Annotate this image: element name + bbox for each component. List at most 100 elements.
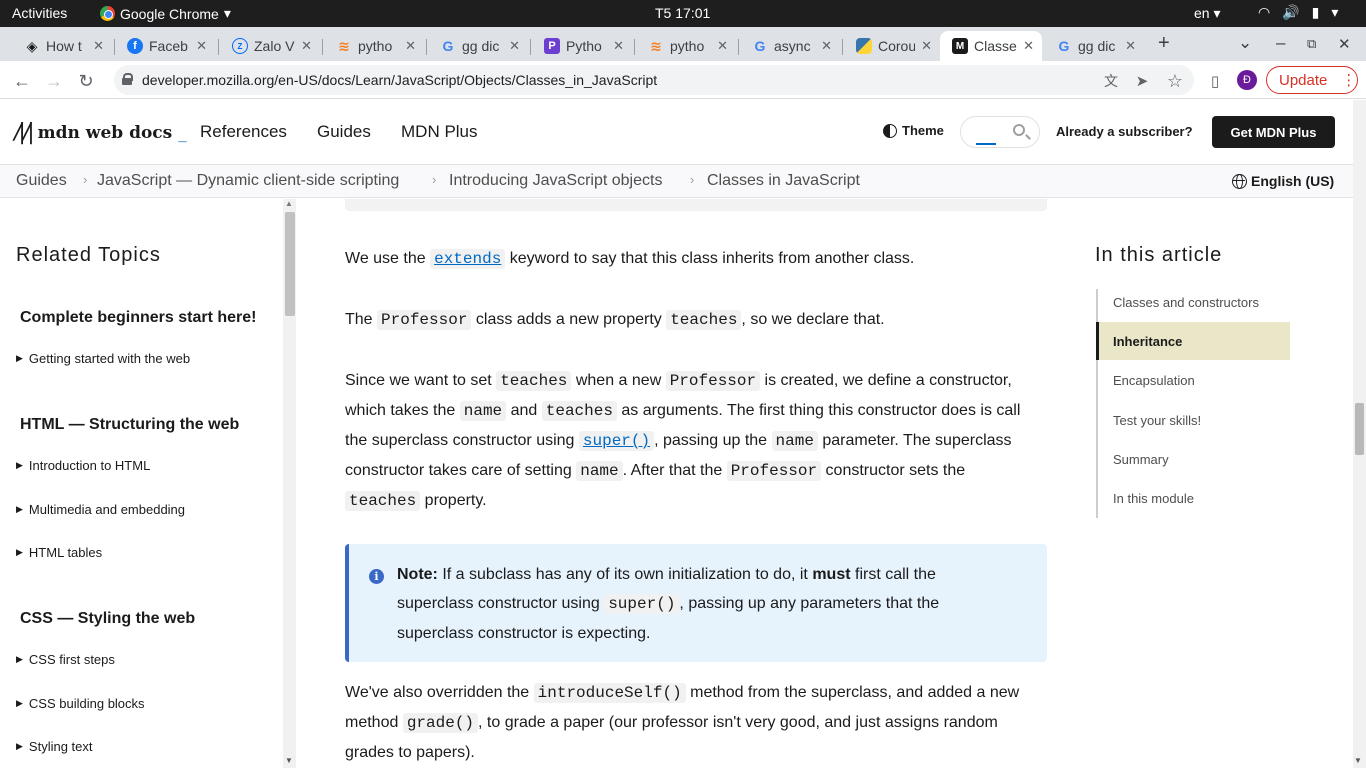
toc-item[interactable]: Classes and constructors <box>1113 295 1259 310</box>
nav-mdn-plus[interactable]: MDN Plus <box>401 122 478 142</box>
close-icon[interactable]: ✕ <box>1023 38 1034 54</box>
toc-item-active[interactable]: Inheritance <box>1096 322 1290 360</box>
chevron-down-icon: ▾ <box>1331 4 1339 20</box>
zalo-icon: Z <box>232 38 248 54</box>
breadcrumb-javascript[interactable]: JavaScript — Dynamic client-side scripti… <box>97 172 399 190</box>
battery-icon: ▮ <box>1311 4 1320 20</box>
tab[interactable]: f Faceb ✕ <box>115 31 215 61</box>
close-icon[interactable]: ✕ <box>405 38 416 54</box>
app-menu-label: Google Chrome <box>120 5 219 22</box>
translate-icon[interactable]: 文 <box>1097 67 1125 95</box>
tab[interactable]: G async ✕ <box>740 31 840 61</box>
nav-guides[interactable]: Guides <box>317 122 371 142</box>
tab[interactable]: ≋ pytho ✕ <box>636 31 736 61</box>
toc-item[interactable]: Test your skills! <box>1113 413 1201 428</box>
python-icon <box>856 38 872 54</box>
close-icon[interactable]: ✕ <box>921 38 932 54</box>
super-link[interactable]: super() <box>578 431 655 451</box>
toc-item[interactable]: Encapsulation <box>1113 373 1195 388</box>
tab[interactable]: ◈ How t ✕ <box>12 31 112 61</box>
disclosure-triangle-icon: ▶ <box>16 353 23 363</box>
minimize-button[interactable]: – <box>1276 33 1285 53</box>
sidebar-item[interactable]: ▶ CSS building blocks <box>16 696 145 711</box>
paragraph: The Professor class adds a new property … <box>345 310 885 330</box>
lock-icon[interactable] <box>122 73 133 85</box>
side-panel-icon[interactable]: ▯ <box>1201 67 1229 95</box>
clock[interactable]: T5 17:01 <box>655 5 710 21</box>
url-text[interactable]: developer.mozilla.org/en-US/docs/Learn/J… <box>142 72 657 88</box>
theme-button[interactable]: Theme <box>883 123 944 138</box>
scroll-up-arrow-icon[interactable]: ▲ <box>285 199 293 208</box>
address-bar[interactable]: developer.mozilla.org/en-US/docs/Learn/J… <box>114 65 1194 95</box>
close-icon[interactable]: ✕ <box>613 38 624 54</box>
back-button[interactable]: ← <box>8 67 36 95</box>
sidebar-item[interactable]: ▶ Introduction to HTML <box>16 458 150 473</box>
reload-button[interactable]: ↻ <box>72 67 100 95</box>
tab[interactable]: ≋ pytho ✕ <box>324 31 424 61</box>
tab[interactable]: P Pytho ✕ <box>532 31 632 61</box>
update-button[interactable]: Update ⋮ <box>1266 66 1358 94</box>
input-language[interactable]: en ▾ <box>1194 5 1221 22</box>
new-tab-button[interactable]: + <box>1158 32 1170 55</box>
close-icon[interactable]: ✕ <box>821 38 832 54</box>
sidebar-item[interactable]: ▶ CSS first steps <box>16 652 115 667</box>
breadcrumb-classes[interactable]: Classes in JavaScript <box>707 172 860 190</box>
tab-search-button[interactable]: ⌄ <box>1238 33 1252 53</box>
sidebar-item[interactable]: ▶ Styling text <box>16 739 93 754</box>
p-icon: P <box>544 38 560 54</box>
tab[interactable]: Z Zalo V ✕ <box>220 31 320 61</box>
close-icon[interactable]: ✕ <box>509 38 520 54</box>
sidebar-item[interactable]: ▶ Multimedia and embedding <box>16 502 185 517</box>
tab-active[interactable]: M Classe ✕ <box>940 31 1042 61</box>
tab[interactable]: Corou ✕ <box>844 31 940 61</box>
breadcrumb-guides[interactable]: Guides <box>16 172 67 190</box>
toc-item[interactable]: Summary <box>1113 452 1169 467</box>
sidebar-scrollbar-thumb[interactable] <box>285 212 295 316</box>
sidebar-heading[interactable]: CSS — Styling the web <box>20 610 195 628</box>
tab[interactable]: G gg dic ✕ <box>1044 31 1144 61</box>
tab[interactable]: G gg dic ✕ <box>428 31 528 61</box>
close-icon[interactable]: ✕ <box>93 38 104 54</box>
bookmark-star-icon[interactable]: ☆ <box>1161 67 1189 95</box>
sidebar-title: Related Topics <box>16 244 161 266</box>
sidebar-heading[interactable]: HTML — Structuring the web <box>20 416 239 434</box>
google-icon: G <box>754 38 766 54</box>
extends-link[interactable]: extends <box>430 249 506 269</box>
language-selector[interactable]: English (US) <box>1232 173 1334 189</box>
send-icon[interactable]: ➤ <box>1128 67 1156 95</box>
nav-references[interactable]: References <box>200 122 287 142</box>
app-menu[interactable]: Google Chrome ▾ <box>100 5 231 22</box>
forward-button[interactable]: → <box>40 67 68 95</box>
toc-item[interactable]: In this module <box>1113 491 1194 506</box>
close-icon[interactable]: ✕ <box>717 38 728 54</box>
activities-button[interactable]: Activities <box>12 5 67 21</box>
volume-icon: 🔊 <box>1282 4 1300 20</box>
chrome-icon <box>100 6 115 21</box>
close-icon[interactable]: ✕ <box>1125 38 1136 54</box>
paragraph: We've also overridden the introduceSelf(… <box>345 683 1020 761</box>
sidebar-heading[interactable]: Complete beginners start here! <box>20 309 257 327</box>
search-input[interactable] <box>960 116 1040 148</box>
maximize-button[interactable]: ⧉ <box>1307 36 1316 52</box>
page-scrollbar-thumb[interactable] <box>1355 403 1364 455</box>
sidebar-item[interactable]: ▶ Getting started with the web <box>16 351 190 366</box>
mdn-logo[interactable]: /|/| mdn web docs _ <box>14 120 187 145</box>
close-window-button[interactable]: ✕ <box>1338 35 1351 53</box>
subscriber-link[interactable]: Already a subscriber? <box>1056 124 1193 139</box>
get-mdn-plus-button[interactable]: Get MDN Plus <box>1212 116 1335 148</box>
search-icon <box>1013 124 1025 136</box>
scroll-down-arrow-icon[interactable]: ▼ <box>285 756 293 765</box>
mdn-logo-icon: /|/| <box>14 120 35 145</box>
logo-text: mdn web docs <box>37 122 173 143</box>
disclosure-triangle-icon: ▶ <box>16 547 23 557</box>
profile-avatar[interactable]: Đ <box>1237 70 1257 90</box>
menu-indicator[interactable] <box>976 143 996 145</box>
close-icon[interactable]: ✕ <box>301 38 312 54</box>
sidebar-item[interactable]: ▶ HTML tables <box>16 545 102 560</box>
codecademy-icon: ◈ <box>26 37 38 54</box>
scroll-down-arrow-icon[interactable]: ▼ <box>1354 756 1362 765</box>
breadcrumb-objects[interactable]: Introducing JavaScript objects <box>449 172 662 190</box>
system-status-menu[interactable]: ◠ 🔊 ▮ ▾ <box>1258 4 1338 21</box>
stackoverflow-icon: ≋ <box>338 37 350 54</box>
close-icon[interactable]: ✕ <box>196 38 207 54</box>
